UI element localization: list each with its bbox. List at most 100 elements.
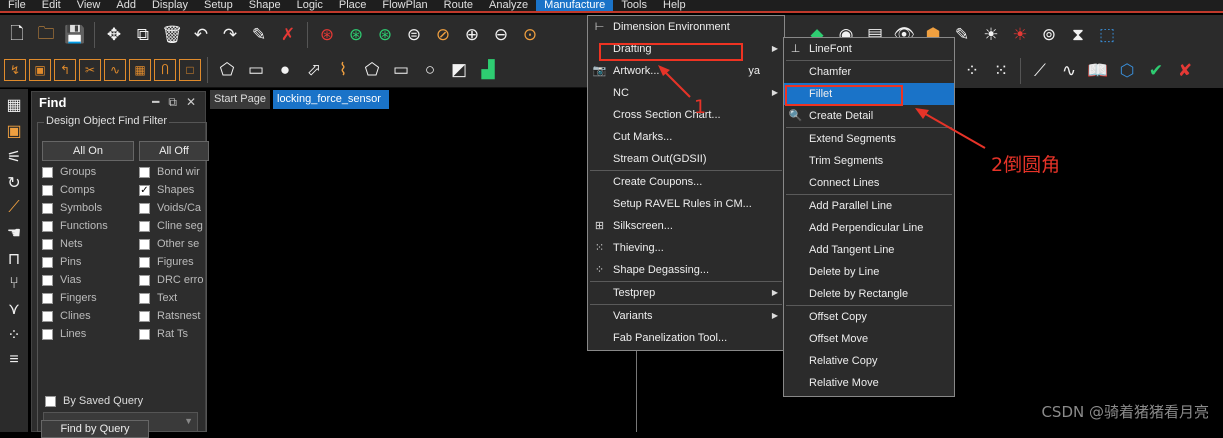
menu-manufacture[interactable]: Manufacture xyxy=(536,0,614,11)
polygon-icon[interactable]: ⬠ xyxy=(359,57,385,83)
add-rect-shape-icon[interactable]: ▭ xyxy=(243,57,269,83)
left-filter-row[interactable]: Comps xyxy=(42,181,134,199)
menu-item-connect-lines[interactable]: Connect Lines xyxy=(784,172,954,194)
connect-icon[interactable]: ⟋ xyxy=(1027,58,1053,84)
menu-item-extend-segments[interactable]: Extend Segments xyxy=(784,128,954,150)
cube-icon[interactable]: ⬡ xyxy=(1114,58,1140,84)
menu-item-relative-move[interactable]: Relative Move xyxy=(784,372,954,394)
board-icon[interactable]: ▦ xyxy=(6,95,21,115)
group-icon[interactable]: ▦ xyxy=(129,59,151,81)
menu-item-thieving[interactable]: ⁙ Thieving... xyxy=(588,237,784,259)
filter-checkbox[interactable] xyxy=(42,310,53,322)
filter-checkbox[interactable] xyxy=(42,166,53,178)
menu-edit[interactable]: Edit xyxy=(34,0,69,11)
right-filter-row[interactable]: ✓ Shapes xyxy=(139,181,204,199)
menu-item-fab-panelization-tool[interactable]: Fab Panelization Tool... xyxy=(588,327,784,349)
menu-display[interactable]: Display xyxy=(144,0,196,11)
filter-checkbox[interactable] xyxy=(42,274,53,286)
zoom-in-icon[interactable]: ⊕ xyxy=(459,22,485,48)
filter-checkbox[interactable] xyxy=(139,166,150,178)
redo-icon[interactable]: ↷ xyxy=(217,22,243,48)
error-icon[interactable]: ✘ xyxy=(1172,58,1198,84)
close-icon[interactable]: ✕ xyxy=(186,95,196,109)
undo-icon[interactable]: ↶ xyxy=(188,22,214,48)
pointer-icon[interactable]: ⬀ xyxy=(301,57,327,83)
menu-item-setup-ravel-rules-in-cm[interactable]: Setup RAVEL Rules in CM... xyxy=(588,193,784,215)
via-array-icon[interactable]: ⁘ xyxy=(7,325,20,345)
component-icon[interactable]: ▣ xyxy=(29,59,51,81)
menu-flowplan[interactable]: FlowPlan xyxy=(374,0,435,11)
circle-icon[interactable]: ○ xyxy=(417,57,443,83)
add-circle-shape-icon[interactable]: ● xyxy=(272,57,298,83)
menu-setup[interactable]: Setup xyxy=(196,0,241,11)
pin-icon[interactable]: ✎ xyxy=(246,22,272,48)
left-filter-row[interactable]: Clines xyxy=(42,307,134,325)
menu-item-offset-move[interactable]: Offset Move xyxy=(784,328,954,350)
all-on-button[interactable]: All On xyxy=(42,141,134,161)
frame-icon[interactable]: □ xyxy=(179,59,201,81)
menu-route[interactable]: Route xyxy=(436,0,481,11)
right-filter-row[interactable]: Figures xyxy=(139,253,204,271)
left-filter-row[interactable]: Functions xyxy=(42,217,134,235)
open-folder-icon[interactable]: 🗀 xyxy=(33,22,59,48)
menu-item-chamfer[interactable]: Chamfer xyxy=(784,61,954,83)
dots-grid-icon[interactable]: ⁙ xyxy=(988,58,1014,84)
right-filter-row[interactable]: Ratsnest xyxy=(139,307,204,325)
filter-checkbox[interactable] xyxy=(42,292,53,304)
menu-item-testprep[interactable]: Testprep ▶ xyxy=(588,282,784,304)
right-filter-row[interactable]: DRC erro xyxy=(139,271,204,289)
menu-item-trim-segments[interactable]: Trim Segments xyxy=(784,150,954,172)
delete-icon[interactable]: 🗑 xyxy=(159,22,185,48)
menu-item-dimension-environment[interactable]: ⊢ Dimension Environment xyxy=(588,16,784,38)
menu-item-shape-degassing[interactable]: ⁘ Shape Degassing... xyxy=(588,259,784,281)
menu-logic[interactable]: Logic xyxy=(289,0,331,11)
filter-checkbox[interactable] xyxy=(42,256,53,268)
filter-checkbox[interactable] xyxy=(139,256,150,268)
left-filter-row[interactable]: Fingers xyxy=(42,289,134,307)
menu-item-delete-by-line[interactable]: Delete by Line xyxy=(784,261,954,283)
assign-color-icon[interactable]: ⊚ xyxy=(1036,22,1062,48)
ratsnest-hide-icon[interactable]: ⊛ xyxy=(372,22,398,48)
menu-item-artwork[interactable]: 📷 Artwork... ya xyxy=(588,60,784,82)
left-filter-row[interactable]: Pins xyxy=(42,253,134,271)
filter-checkbox[interactable] xyxy=(42,220,53,232)
merge-icon[interactable]: ▟ xyxy=(475,57,501,83)
dots-icon[interactable]: ⁘ xyxy=(959,58,985,84)
filter-checkbox[interactable] xyxy=(139,328,150,340)
tab-design[interactable]: locking_force_sensor xyxy=(273,90,389,109)
left-filter-row[interactable]: Groups xyxy=(42,163,134,181)
ratsnest-show-icon[interactable]: ⊛ xyxy=(343,22,369,48)
filter-checkbox[interactable] xyxy=(139,220,150,232)
filter-checkbox[interactable] xyxy=(42,238,53,250)
menu-item-add-tangent-line[interactable]: Add Tangent Line xyxy=(784,239,954,261)
tab-start-page[interactable]: Start Page xyxy=(210,90,270,109)
find-by-query-button[interactable]: Find by Query xyxy=(41,420,149,438)
menu-add[interactable]: Add xyxy=(108,0,144,11)
left-filter-row[interactable]: Symbols xyxy=(42,199,134,217)
new-file-icon[interactable]: 🗋 xyxy=(4,22,30,48)
filter-checkbox[interactable] xyxy=(42,202,53,214)
dehighlight-icon[interactable]: ☀ xyxy=(1007,22,1033,48)
right-filter-row[interactable]: Text xyxy=(139,289,204,307)
rectangle-icon[interactable]: ▭ xyxy=(388,57,414,83)
menu-shape[interactable]: Shape xyxy=(241,0,289,11)
bus-icon[interactable]: ⊓ xyxy=(8,249,20,269)
zoom-fit-icon[interactable]: ⊜ xyxy=(401,22,427,48)
filter-checkbox[interactable] xyxy=(139,292,150,304)
route-icon[interactable]: ↰ xyxy=(54,59,76,81)
chip-icon[interactable]: ▣ xyxy=(6,121,21,141)
minimize-icon[interactable]: ━ xyxy=(152,95,159,109)
filter-checkbox[interactable] xyxy=(139,274,150,286)
zoom-previous-icon[interactable]: ⊙ xyxy=(517,22,543,48)
triangle-icon[interactable]: ◩ xyxy=(446,57,472,83)
hand-icon[interactable]: ☚ xyxy=(7,223,21,243)
check-wave-icon[interactable]: ∿ xyxy=(1056,58,1082,84)
menu-item-delete-by-rectangle[interactable]: Delete by Rectangle xyxy=(784,283,954,305)
path-icon[interactable]: ⌇ xyxy=(330,57,356,83)
menu-help[interactable]: Help xyxy=(655,0,694,11)
check-icon[interactable]: ✔ xyxy=(1143,58,1169,84)
right-filter-row[interactable]: Voids/Ca xyxy=(139,199,204,217)
slide-icon[interactable]: ∿ xyxy=(104,59,126,81)
filter-checkbox[interactable]: ✓ xyxy=(139,184,150,196)
save-icon[interactable]: 💾 xyxy=(62,22,88,48)
